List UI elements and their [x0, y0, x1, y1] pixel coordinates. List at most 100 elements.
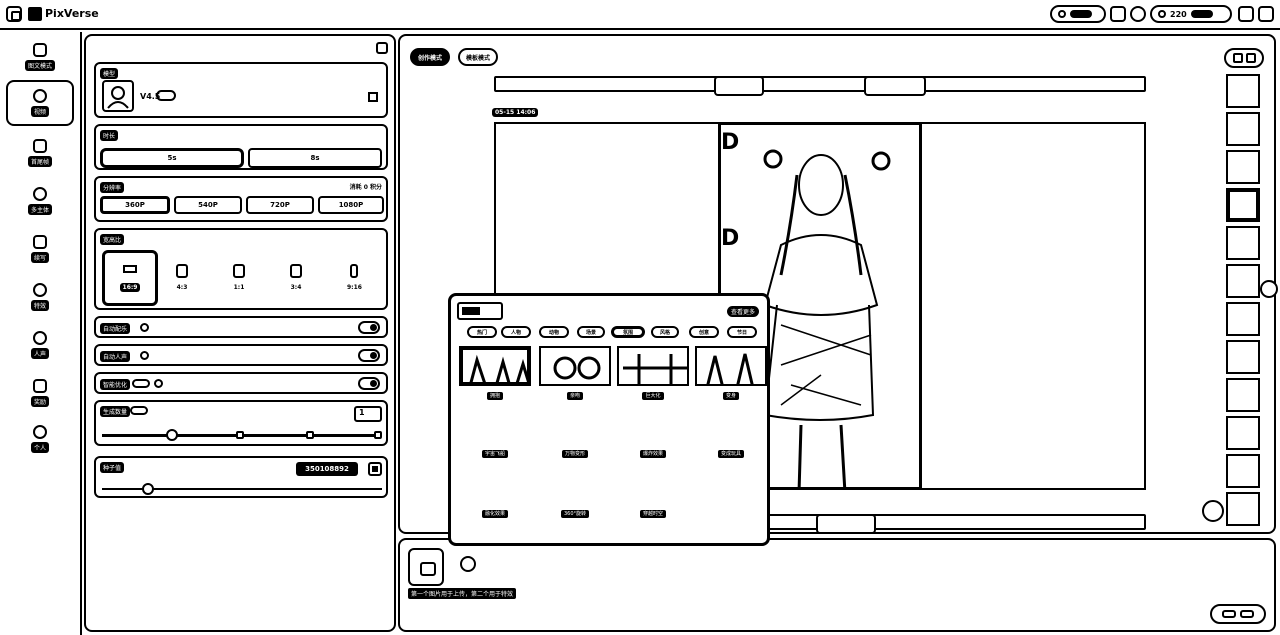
- rail-item-multi-subject[interactable]: 多主体: [6, 178, 74, 224]
- effect-item[interactable]: 变成玩具: [695, 450, 767, 458]
- effect-item[interactable]: 宇宙飞船: [459, 450, 531, 458]
- collapse-panel-icon[interactable]: [376, 42, 388, 54]
- tab-create-mode[interactable]: 创作模式: [410, 48, 451, 66]
- effects-search-input[interactable]: [457, 302, 503, 320]
- pixverse-logo-icon: [28, 7, 42, 21]
- effect-card[interactable]: 变身: [695, 346, 767, 404]
- effect-card[interactable]: 亲吻: [539, 346, 611, 404]
- extend-icon: [33, 235, 47, 249]
- history-thumbnail[interactable]: [1226, 302, 1260, 336]
- effect-image-upload-icon[interactable]: [460, 556, 476, 572]
- res-option-540p[interactable]: 540P: [174, 196, 242, 214]
- view-toggle[interactable]: [1224, 48, 1264, 68]
- info-icon[interactable]: [154, 379, 163, 388]
- view-more-link[interactable]: 查看更多: [726, 306, 759, 317]
- user-icon: [1058, 10, 1066, 18]
- effect-item[interactable]: 融化效果: [459, 510, 531, 518]
- effect-item[interactable]: 穿越时空: [617, 510, 689, 518]
- history-thumbnail[interactable]: [1226, 264, 1260, 298]
- history-thumbnail[interactable]: [1226, 378, 1260, 412]
- history-icon[interactable]: [1110, 6, 1126, 22]
- effect-item[interactable]: 万物变形: [539, 450, 611, 458]
- res-option-1080p[interactable]: 1080P: [318, 196, 384, 214]
- trophy-icon: [33, 379, 47, 393]
- effect-item[interactable]: 爆炸效果: [617, 450, 689, 458]
- auto-voice-switch[interactable]: [358, 349, 380, 362]
- rail-item-profile[interactable]: 个人: [6, 416, 74, 462]
- resolution-card: 分辨率 消耗 0 积分 360P 540P 720P 1080P: [94, 176, 388, 222]
- rail-item-effects[interactable]: 特效: [6, 274, 74, 320]
- upload-image-button[interactable]: [408, 548, 444, 586]
- count-input[interactable]: 1: [354, 406, 382, 422]
- prompt-panel: 第一个图片用于上传，第二个用于特效: [398, 538, 1276, 632]
- res-option-360p[interactable]: 360P: [100, 196, 170, 214]
- seed-slider-knob[interactable]: [142, 483, 154, 495]
- history-thumbnail[interactable]: [1226, 74, 1260, 108]
- effect-card[interactable]: 拥抱: [459, 346, 531, 404]
- effect-category[interactable]: 动物: [539, 326, 569, 338]
- count-slider-knob[interactable]: [166, 429, 178, 441]
- info-icon[interactable]: [140, 323, 149, 332]
- effect-category[interactable]: 风格: [651, 326, 679, 338]
- toggle-auto-voice: 自动人声: [94, 344, 388, 366]
- tag-icon: [33, 139, 47, 153]
- history-thumbnail[interactable]: [1226, 112, 1260, 146]
- auto-music-switch[interactable]: [358, 321, 380, 334]
- effect-preview: [617, 346, 689, 386]
- scroll-up-icon[interactable]: [1202, 500, 1224, 522]
- effect-category[interactable]: 创意: [689, 326, 719, 338]
- svg-text:D: D: [721, 130, 739, 155]
- duration-card: 时长 5s 8s: [94, 124, 388, 170]
- history-thumbnail[interactable]: [1226, 454, 1260, 488]
- effect-item[interactable]: 360°旋转: [539, 510, 611, 518]
- effect-category[interactable]: 人物: [501, 326, 531, 338]
- credits-pill[interactable]: 220: [1150, 5, 1232, 23]
- expand-icon[interactable]: [1260, 280, 1278, 298]
- info-icon[interactable]: [140, 351, 149, 360]
- history-thumbnail[interactable]: [1226, 150, 1260, 184]
- rail-item-keyframe[interactable]: 首尾帧: [6, 130, 74, 176]
- tab-template-mode[interactable]: 模板模式: [458, 48, 499, 66]
- effect-category-selected[interactable]: 氛围: [611, 326, 645, 338]
- ratio-option-9-16[interactable]: 9:16: [347, 264, 362, 291]
- rail-item-image-text[interactable]: 图文模式: [6, 34, 74, 80]
- effect-category[interactable]: 场景: [577, 326, 605, 338]
- seed-input[interactable]: 350108892: [296, 462, 358, 476]
- smart-optimize-switch[interactable]: [358, 377, 380, 390]
- avatar[interactable]: [1258, 6, 1274, 22]
- res-option-720p[interactable]: 720P: [246, 196, 314, 214]
- lightning-icon: [1158, 10, 1166, 18]
- swap-icon[interactable]: [368, 92, 378, 102]
- credits-count: 220: [1170, 9, 1187, 19]
- effects-icon: [33, 283, 47, 297]
- history-thumbnail[interactable]: [1226, 492, 1260, 526]
- beta-badge: [132, 379, 150, 388]
- ratio-option-16-9[interactable]: 16:9: [102, 250, 158, 306]
- generate-button[interactable]: [1210, 604, 1266, 624]
- history-thumbnail-selected[interactable]: [1226, 188, 1260, 222]
- user-plan-pill[interactable]: [1050, 5, 1106, 23]
- model-toggle[interactable]: [156, 90, 176, 101]
- rail-item-rewards[interactable]: 奖励: [6, 370, 74, 416]
- ratio-option-3-4[interactable]: 3:4: [290, 264, 302, 291]
- duration-option-8s[interactable]: 8s: [248, 148, 382, 168]
- help-icon[interactable]: [1130, 6, 1146, 22]
- history-thumbnail[interactable]: [1226, 416, 1260, 450]
- effect-category[interactable]: 热门: [467, 326, 497, 338]
- rail-item-video[interactable]: 视频: [6, 80, 74, 126]
- history-thumbnail[interactable]: [1226, 340, 1260, 374]
- effect-card[interactable]: 巨大化: [617, 346, 689, 404]
- previous-video-strip[interactable]: [494, 76, 1146, 96]
- grid-icon: [1232, 53, 1243, 63]
- dice-icon[interactable]: [368, 462, 382, 476]
- rail-item-voice[interactable]: 人声: [6, 322, 74, 368]
- ratio-option-4-3[interactable]: 4:3: [176, 264, 188, 291]
- ratio-option-1-1[interactable]: 1:1: [233, 264, 245, 291]
- effect-category[interactable]: 节日: [727, 326, 757, 338]
- model-card[interactable]: 模型 V4.5: [94, 62, 388, 118]
- duration-option-5s[interactable]: 5s: [100, 148, 244, 168]
- sidebar-toggle-icon[interactable]: [6, 6, 22, 22]
- notification-icon[interactable]: [1238, 6, 1254, 22]
- rail-item-extend[interactable]: 续写: [6, 226, 74, 272]
- history-thumbnail[interactable]: [1226, 226, 1260, 260]
